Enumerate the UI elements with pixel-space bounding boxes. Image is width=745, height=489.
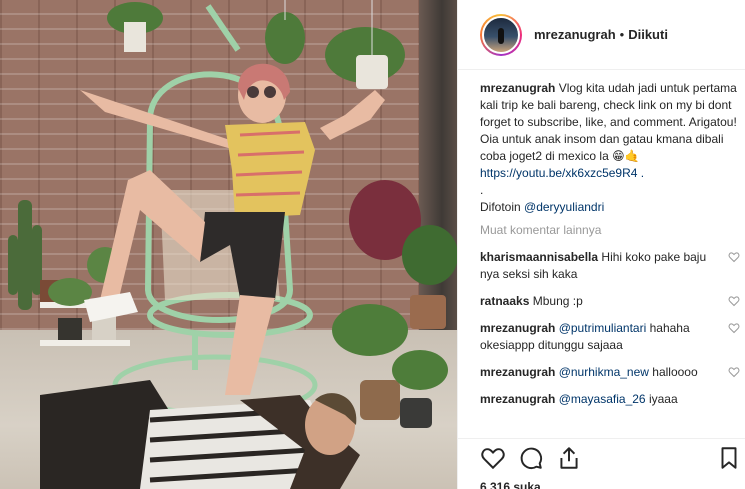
comment-username[interactable]: mrezanugrah	[480, 321, 555, 335]
share-icon[interactable]	[556, 445, 582, 471]
comment-item: mrezanugrah @mayasafia_26 iyaaa	[480, 391, 742, 408]
comment-text: Mbung :p	[532, 294, 583, 308]
comment-icon[interactable]	[518, 445, 544, 471]
heart-icon[interactable]	[480, 445, 506, 471]
header-username[interactable]: mrezanugrah	[534, 27, 616, 42]
comment-username[interactable]: mrezanugrah	[480, 365, 555, 379]
avatar-story-ring[interactable]	[480, 13, 522, 56]
comment-text: halloooo	[652, 365, 698, 379]
comment-item: ratnaaks Mbung :p	[480, 293, 742, 310]
avatar	[482, 15, 520, 54]
caption-username[interactable]: mrezanugrah	[480, 81, 555, 95]
comment-heart-icon[interactable]	[728, 366, 740, 378]
caption-credit-prefix: Difotoin	[480, 200, 525, 214]
likes-count[interactable]: 6.316 suka	[480, 480, 541, 489]
comment-item: kharismaannisabella Hihi koko pake baju …	[480, 249, 742, 283]
comment-heart-icon[interactable]	[728, 251, 740, 263]
comment-heart-icon[interactable]	[728, 322, 740, 334]
bookmark-icon[interactable]	[716, 445, 742, 471]
header-separator: •	[619, 27, 625, 42]
comment-username[interactable]: mrezanugrah	[480, 392, 555, 406]
follow-status-button[interactable]: Diikuti	[628, 27, 668, 42]
photo-illustration	[8, 0, 457, 489]
caption-emoji: 😁🤙	[612, 149, 640, 163]
comment-username[interactable]: ratnaaks	[480, 294, 529, 308]
comment-mention[interactable]: @mayasafia_26	[559, 392, 646, 406]
post-photo[interactable]	[0, 0, 457, 489]
comment-username[interactable]: kharismaannisabella	[480, 250, 598, 264]
comment-heart-icon[interactable]	[728, 295, 740, 307]
post-header: mrezanugrah • Diikuti	[458, 0, 745, 70]
caption-dot-line: .	[480, 183, 484, 197]
comments-section[interactable]: mrezanugrah Vlog kita udah jadi untuk pe…	[480, 80, 742, 438]
avatar-figure	[498, 27, 504, 44]
caption-youtube-link[interactable]: https://youtu.be/xk6xzc5e9R4 .	[480, 166, 644, 180]
comment-item: mrezanugrah @nurhikma_new halloooo	[480, 364, 742, 381]
load-more-comments-button[interactable]: Muat komentar lainnya	[480, 222, 742, 239]
post-actions-bar: 6.316 suka	[458, 438, 745, 489]
shelf-right	[332, 180, 457, 428]
comment-item: mrezanugrah @putrimuliantari hahaha okes…	[480, 320, 742, 354]
comment-mention[interactable]: @putrimuliantari	[559, 321, 647, 335]
comment-text: iyaaa	[648, 392, 678, 406]
caption-credit-mention[interactable]: @deryyuliandri	[524, 200, 604, 214]
post-caption: mrezanugrah Vlog kita udah jadi untuk pe…	[480, 80, 742, 216]
comment-mention[interactable]: @nurhikma_new	[559, 365, 649, 379]
person-lying	[40, 380, 360, 489]
post-detail-panel: mrezanugrah • Diikuti mrezanugrah Vlog k…	[457, 0, 745, 489]
